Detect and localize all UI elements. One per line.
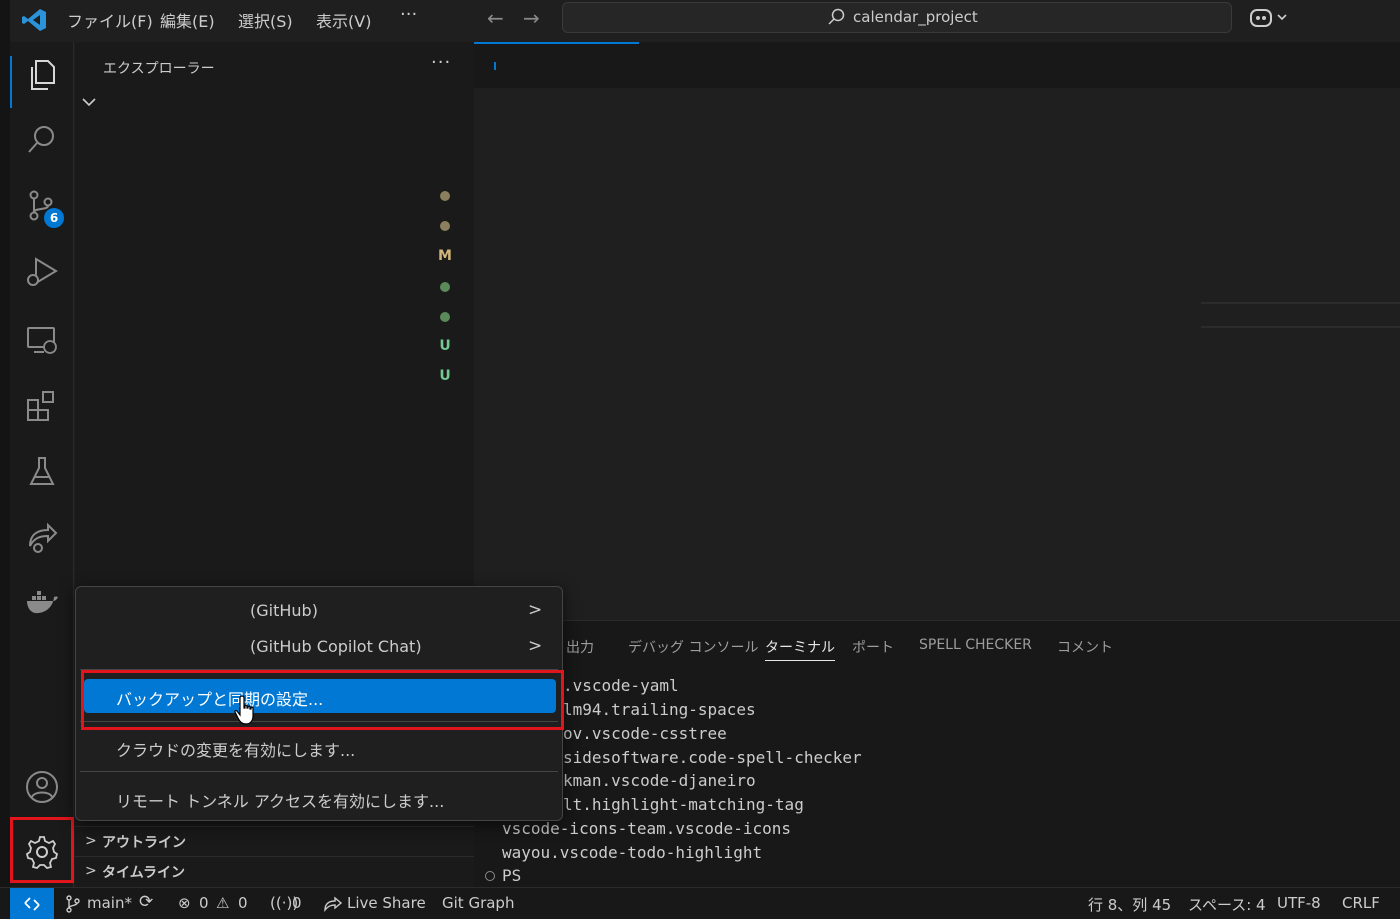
indentation[interactable]: スペース: 4 [1188, 894, 1266, 915]
menu-item-label: リモート トンネル アクセスを有効にします... [116, 792, 445, 811]
bottom-panel: 出力 デバッグ コンソール ターミナル ポート SPELL CHECKER コメ… [474, 620, 1400, 887]
terminal-line: ov.vscode-csstree [563, 724, 727, 743]
terminal-prompt[interactable]: PS [502, 866, 521, 885]
hand-pointer-icon [234, 695, 254, 725]
git-branch-icon [66, 895, 80, 913]
docker-icon[interactable] [24, 584, 60, 620]
menu-item-github-copilot-chat[interactable]: (GitHub Copilot Chat) > [76, 630, 562, 664]
settings-highlight-box [10, 817, 74, 883]
cursor-position[interactable]: 行 8、列 45 [1088, 894, 1171, 915]
git-modified-badge: M [438, 248, 452, 264]
minimap-separator [1201, 302, 1400, 304]
editor-tab-strip [474, 42, 1400, 88]
menu-selection[interactable]: 選択(S) [238, 8, 293, 32]
chevron-right-icon: > [85, 833, 97, 849]
git-branch[interactable]: main* [87, 894, 132, 912]
timeline-section-label: タイムライン [102, 865, 186, 881]
git-untracked-badge: U [439, 368, 451, 384]
window-left-edge [0, 0, 10, 919]
terminal-prompt-circle-icon [485, 871, 495, 881]
tab-comments[interactable]: コメント [1057, 637, 1113, 657]
git-untracked-dot [440, 312, 450, 322]
testing-flask-icon[interactable] [24, 454, 60, 490]
timeline-section[interactable]: > タイムライン [75, 856, 474, 886]
remote-icon [24, 897, 40, 911]
chevron-right-icon: > [85, 863, 97, 879]
menu-more[interactable]: ··· [400, 4, 417, 25]
warnings-count[interactable]: 0 [238, 894, 248, 912]
menu-item-enable-cloud-changes[interactable]: クラウドの変更を有効にします... [76, 730, 562, 764]
menu-file[interactable]: ファイル(F) [67, 8, 153, 32]
tab-debug-console[interactable]: デバッグ コンソール [628, 637, 758, 657]
active-view-indicator [10, 56, 12, 108]
menu-separator [80, 771, 558, 772]
forward-arrow-icon[interactable]: → [523, 6, 540, 30]
end-of-line[interactable]: CRLF [1342, 894, 1380, 912]
search-icon [828, 8, 845, 25]
menu-edit[interactable]: 編集(E) [160, 8, 215, 32]
command-center-label: calendar_project [853, 8, 978, 26]
git-modified-dot [440, 221, 450, 231]
live-share-status-icon [324, 896, 343, 912]
active-tab-indicator [474, 42, 639, 44]
errors-icon[interactable]: ⊗ [178, 894, 191, 912]
editor-area[interactable] [474, 42, 1400, 620]
copilot-icon[interactable] [1248, 6, 1292, 30]
terminal-line: kman.vscode-djaneiro [563, 771, 756, 790]
live-share-icon[interactable] [24, 520, 60, 556]
terminal-line: .vscode-yaml [563, 676, 679, 695]
run-debug-icon[interactable] [24, 254, 60, 290]
back-arrow-icon[interactable]: ← [487, 6, 504, 30]
warnings-icon[interactable]: ⚠ [216, 894, 229, 912]
tab-ports[interactable]: ポート [852, 637, 894, 657]
menu-item-enable-remote-tunnel[interactable]: リモート トンネル アクセスを有効にします... [76, 781, 562, 815]
minimap-separator [1201, 326, 1400, 328]
settings-context-menu: (GitHub) > (GitHub Copilot Chat) > バックアッ… [75, 586, 564, 821]
explorer-files-icon[interactable] [24, 57, 60, 93]
search-view-icon[interactable] [24, 122, 60, 158]
errors-count[interactable]: 0 [199, 894, 209, 912]
menu-view[interactable]: 表示(V) [316, 8, 371, 32]
tab-output[interactable]: 出力 [566, 637, 594, 657]
remote-indicator[interactable] [10, 888, 54, 919]
git-graph-button[interactable]: Git Graph [442, 894, 514, 912]
command-center-search[interactable]: calendar_project [562, 2, 1232, 33]
status-bar: main* ⟳ ⊗ 0 ⚠ 0 ((·)) 0 Live Share Git G… [0, 887, 1400, 919]
minimap-area [1201, 88, 1400, 620]
sync-icon[interactable]: ⟳ [139, 892, 153, 912]
terminal-line: vscode-icons-team.vscode-icons [502, 819, 791, 838]
terminal-line: lt.highlight-matching-tag [563, 795, 804, 814]
chevron-down-icon[interactable] [81, 94, 97, 110]
menu-highlight-box [81, 670, 564, 730]
tab-spell-checker[interactable]: SPELL CHECKER [919, 637, 1032, 653]
git-untracked-badge: U [439, 338, 451, 354]
encoding[interactable]: UTF-8 [1277, 894, 1321, 912]
terminal-line: wayou.vscode-todo-highlight [502, 843, 763, 862]
terminal-line: sidesoftware.code-spell-checker [563, 748, 862, 767]
git-modified-dot [440, 191, 450, 201]
explorer-title: エクスプローラー [103, 61, 215, 77]
extensions-icon[interactable] [24, 388, 60, 424]
chevron-right-icon: > [528, 636, 543, 656]
activity-bar: 6 [10, 42, 74, 887]
menu-item-github[interactable]: (GitHub) > [76, 594, 562, 628]
outline-section[interactable]: > アウトライン [75, 826, 474, 856]
git-untracked-dot [440, 282, 450, 292]
ports-count[interactable]: 0 [292, 894, 302, 912]
explorer-more-button[interactable]: ··· [431, 52, 451, 73]
vscode-logo-icon [22, 9, 46, 31]
chevron-right-icon: > [528, 600, 543, 620]
outline-section-label: アウトライン [102, 835, 186, 851]
tab-terminal[interactable]: ターミナル [765, 637, 835, 661]
terminal-line: lm94.trailing-spaces [563, 700, 756, 719]
source-control-badge: 6 [44, 208, 64, 228]
remote-explorer-icon[interactable] [24, 322, 60, 358]
menu-item-label: (GitHub) [250, 601, 318, 620]
accounts-icon[interactable] [24, 769, 60, 805]
live-share-button[interactable]: Live Share [347, 894, 426, 912]
title-bar: ファイル(F) 編集(E) 選択(S) 表示(V) ··· ← → calend… [0, 0, 1400, 42]
editor-cursor [494, 62, 496, 70]
menu-item-label: (GitHub Copilot Chat) [250, 637, 422, 656]
menu-item-label: クラウドの変更を有効にします... [116, 741, 356, 760]
